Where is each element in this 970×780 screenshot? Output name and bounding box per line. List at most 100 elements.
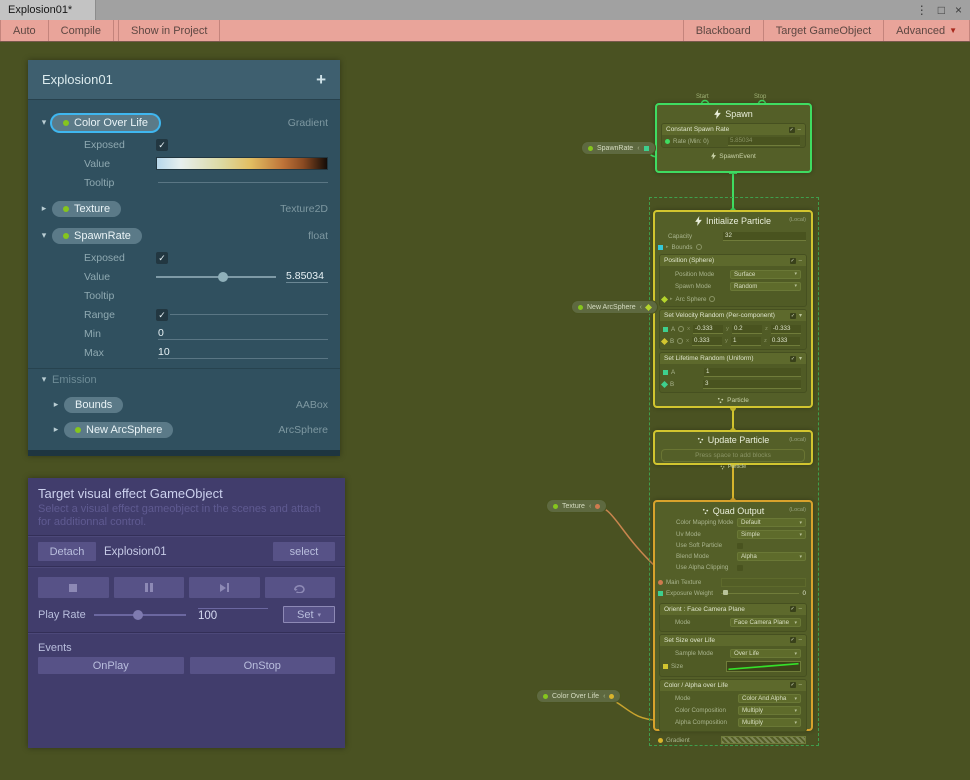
stop-button[interactable] <box>38 577 109 598</box>
exposure-weight-slider[interactable]: 0 <box>721 590 806 597</box>
velocity-b-y-field[interactable]: 1 <box>731 337 761 346</box>
expand-icon[interactable]: ▸ <box>48 424 64 435</box>
gradient-value-field[interactable] <box>156 157 328 170</box>
block-enabled-checkbox[interactable]: ✓ <box>790 682 796 688</box>
output-port[interactable] <box>609 694 614 699</box>
play-rate-slider[interactable] <box>94 614 186 616</box>
color-composition-dropdown[interactable]: Multiply▾ <box>738 706 801 715</box>
category-emission[interactable]: ▾ Emission <box>28 368 340 390</box>
onstop-button[interactable]: OnStop <box>190 657 336 674</box>
expand-icon[interactable]: ▸ <box>48 399 64 410</box>
show-in-project-button[interactable]: Show in Project <box>118 20 220 41</box>
min-field[interactable]: 0 <box>158 327 328 340</box>
output-port[interactable] <box>595 504 600 509</box>
output-port[interactable] <box>644 146 649 151</box>
blackboard-resize-edge[interactable] <box>28 450 340 456</box>
param-bounds[interactable]: Bounds <box>64 397 123 413</box>
space-badge[interactable]: (Local) <box>789 507 806 513</box>
block-collapse-icon[interactable]: – <box>799 258 802 264</box>
add-parameter-button[interactable]: + <box>316 70 326 90</box>
set-velocity-random-block[interactable]: Set Velocity Random (Per-component) ✓▾ A… <box>659 309 807 350</box>
particle-output-label[interactable]: Particle <box>728 464 746 470</box>
block-collapse-icon[interactable]: – <box>799 682 802 688</box>
velocity-b-input-port[interactable] <box>661 337 668 344</box>
space-toggle-icon[interactable] <box>709 296 715 302</box>
onplay-button[interactable]: OnPlay <box>38 657 184 674</box>
use-soft-particle-checkbox[interactable] <box>737 543 743 549</box>
param-texture[interactable]: Texture <box>52 201 121 217</box>
block-enabled-checkbox[interactable]: ✓ <box>790 313 796 319</box>
block-enabled-checkbox[interactable]: ✓ <box>790 258 796 264</box>
size-input-port[interactable] <box>663 664 668 669</box>
rate-input-port[interactable] <box>665 139 670 144</box>
window-menu-icon[interactable]: ⋮ <box>916 3 928 17</box>
velocity-a-z-field[interactable]: -0.333 <box>771 325 801 334</box>
position-mode-dropdown[interactable]: Surface▾ <box>730 270 801 279</box>
set-dropdown-button[interactable]: Set▾ <box>283 606 335 623</box>
space-badge[interactable]: (Local) <box>789 437 806 443</box>
alpha-composition-dropdown[interactable]: Multiply▾ <box>738 718 801 727</box>
exposed-checkbox[interactable]: ✓ <box>156 139 168 151</box>
velocity-b-z-field[interactable]: 0.333 <box>770 337 800 346</box>
set-lifetime-random-block[interactable]: Set Lifetime Random (Uniform) ✓▾ A 1 B 3 <box>659 352 807 393</box>
blackboard-toggle-button[interactable]: Blackboard <box>683 20 764 41</box>
collapse-icon[interactable]: ‹ <box>637 145 639 152</box>
compile-button[interactable]: Compile <box>49 20 114 41</box>
rate-value-field[interactable]: 5.85034 <box>728 137 800 146</box>
use-alpha-clipping-checkbox[interactable] <box>737 565 743 571</box>
tooltip-field[interactable] <box>158 182 328 183</box>
spawn-mode-dropdown[interactable]: Random▾ <box>730 282 801 291</box>
velocity-a-input-port[interactable] <box>663 327 668 332</box>
uv-mode-dropdown[interactable]: Simple▾ <box>737 530 806 539</box>
expand-icon[interactable]: ▾ <box>36 117 52 128</box>
spawn-event-output-label[interactable]: SpawnEvent <box>719 153 756 160</box>
range-checkbox[interactable]: ✓ <box>156 309 168 321</box>
spawn-context-node[interactable]: Spawn Constant Spawn Rate ✓– Rate (Min: … <box>655 103 812 173</box>
advanced-dropdown[interactable]: Advanced▼ <box>884 20 970 41</box>
expand-icon[interactable]: ▾ <box>36 230 52 241</box>
block-collapse-icon[interactable]: ▾ <box>799 355 802 362</box>
param-color-over-life[interactable]: Color Over Life <box>52 115 159 131</box>
restart-button[interactable] <box>265 577 336 598</box>
param-new-arcsphere[interactable]: New ArcSphere <box>64 422 173 438</box>
orient-block[interactable]: Orient : Face Camera Plane ✓– Mode Face … <box>659 603 807 632</box>
constant-spawn-rate-block[interactable]: Constant Spawn Rate ✓– Rate (Min: 0) 5.8… <box>661 123 806 148</box>
blend-mode-dropdown[interactable]: Alpha▾ <box>737 552 806 561</box>
param-node-texture[interactable]: Texture ‹ <box>546 499 607 513</box>
orient-mode-dropdown[interactable]: Face Camera Plane▾ <box>730 618 801 627</box>
spawn-stop-port-label[interactable]: Stop <box>754 94 766 100</box>
param-spawnrate[interactable]: SpawnRate <box>52 228 142 244</box>
target-gameobject-toggle-button[interactable]: Target GameObject <box>764 20 884 41</box>
output-port[interactable] <box>645 303 652 310</box>
param-node-spawnrate[interactable]: SpawnRate ‹ <box>581 141 656 155</box>
exposure-weight-input-port[interactable] <box>658 591 663 596</box>
main-texture-input-port[interactable] <box>658 580 663 585</box>
particle-output-label[interactable]: Particle <box>727 397 749 404</box>
play-rate-value-field[interactable]: 100 <box>198 608 268 622</box>
block-enabled-checkbox[interactable]: ✓ <box>790 356 796 362</box>
spawn-start-port-label[interactable]: Start <box>696 94 709 100</box>
lifetime-a-input-port[interactable] <box>663 370 668 375</box>
bounds-input-port[interactable] <box>658 245 663 250</box>
quad-output-context-node[interactable]: Quad Output (Local) Color Mapping Mode D… <box>653 500 813 731</box>
block-collapse-icon[interactable]: ▾ <box>799 312 802 319</box>
expand-icon[interactable]: ▸ <box>36 203 52 214</box>
block-enabled-checkbox[interactable]: ✓ <box>790 606 796 612</box>
size-curve-field[interactable] <box>726 661 801 672</box>
block-enabled-checkbox[interactable]: ✓ <box>790 637 796 643</box>
detach-button[interactable]: Detach <box>38 542 96 561</box>
param-node-new-arcsphere[interactable]: New ArcSphere ‹ <box>571 300 658 314</box>
pause-button[interactable] <box>114 577 185 598</box>
gradient-input-port[interactable] <box>658 738 663 743</box>
block-collapse-icon[interactable]: – <box>799 606 802 612</box>
velocity-b-x-field[interactable]: 0.333 <box>692 337 722 346</box>
step-button[interactable] <box>189 577 260 598</box>
initialize-particle-context-node[interactable]: Initialize Particle (Local) Capacity 32 … <box>653 210 813 408</box>
space-badge[interactable]: (Local) <box>789 217 806 223</box>
arc-sphere-input-port[interactable] <box>661 295 668 302</box>
space-toggle-icon[interactable] <box>678 326 684 332</box>
lifetime-a-field[interactable]: 1 <box>704 368 801 377</box>
color-alpha-over-life-block[interactable]: Color / Alpha over Life ✓– Mode Color An… <box>659 679 807 732</box>
max-field[interactable]: 10 <box>158 346 328 359</box>
value-field[interactable]: 5.85034 <box>286 270 328 283</box>
